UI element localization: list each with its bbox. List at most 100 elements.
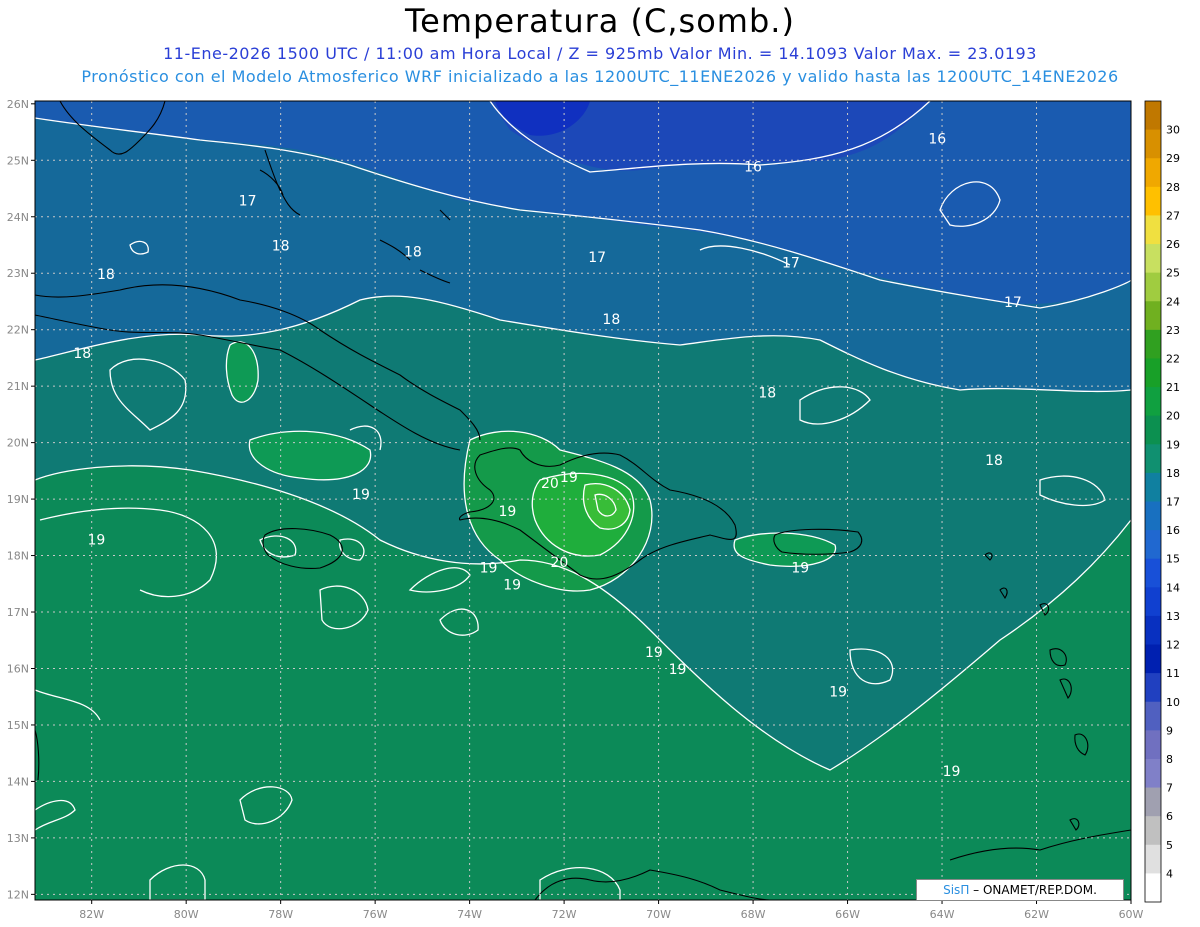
colorbar-swatch <box>1145 358 1161 388</box>
colorbar-label: 29 <box>1166 152 1180 165</box>
contour-label: 16 <box>744 160 762 176</box>
colorbar-label: 21 <box>1166 381 1180 394</box>
lon-label: 60W <box>1119 908 1144 921</box>
colorbar-label: 14 <box>1166 581 1180 594</box>
contour-label: 18 <box>97 267 115 283</box>
contour-label: 19 <box>503 577 521 593</box>
contour-label: 20 <box>550 555 568 571</box>
colorbar-swatch <box>1145 158 1161 188</box>
colorbar-label: 25 <box>1166 267 1180 280</box>
colorbar-label: 13 <box>1166 610 1180 623</box>
credit-org: – ONAMET/REP.DOM. <box>973 883 1097 897</box>
lat-label: 14N <box>7 775 29 788</box>
lat-label: 15N <box>7 719 29 732</box>
colorbar-swatch <box>1145 444 1161 474</box>
colorbar-swatch <box>1145 415 1161 445</box>
colorbar-label: 24 <box>1166 295 1180 308</box>
lat-label: 26N <box>7 98 29 111</box>
lat-label: 22N <box>7 324 29 337</box>
colorbar-label: 11 <box>1166 667 1180 680</box>
colorbar-swatch <box>1145 501 1161 531</box>
latitude-labels: 26N 25N 24N 23N 22N 21N 20N 19N 18N 17N 16N 15N 14N 1… <box>7 98 35 901</box>
contour-label: 19 <box>645 645 663 661</box>
colorbar-label: 8 <box>1166 753 1173 766</box>
colorbar-swatch <box>1145 758 1161 789</box>
contour-label: 19 <box>829 685 847 701</box>
contour-label: 18 <box>272 239 290 255</box>
colorbar-label: 19 <box>1166 438 1180 451</box>
contour-label: 19 <box>480 560 498 576</box>
colorbar-label: 7 <box>1166 782 1173 795</box>
lon-label: 70W <box>646 908 671 921</box>
colorbar-swatch <box>1145 644 1161 674</box>
colorbar-label: 18 <box>1166 467 1180 480</box>
lat-label: 20N <box>7 437 29 450</box>
lon-label: 72W <box>552 908 577 921</box>
lat-label: 17N <box>7 606 29 619</box>
colorbar-label: 4 <box>1166 867 1173 880</box>
colorbar-swatch <box>1145 472 1161 502</box>
colorbar-swatch <box>1145 587 1161 617</box>
colorbar-swatch <box>1145 272 1161 302</box>
lat-label: 18N <box>7 550 29 563</box>
lon-label: 74W <box>457 908 482 921</box>
colorbar-swatch <box>1145 329 1161 359</box>
contour-label: 18 <box>758 385 776 401</box>
colorbar-label: 27 <box>1166 209 1180 222</box>
colorbar-label: 30 <box>1166 124 1180 137</box>
contour-label: 18 <box>404 244 422 260</box>
colorbar-swatch <box>1145 244 1161 274</box>
colorbar-label: 23 <box>1166 324 1180 337</box>
colorbar-swatch <box>1145 673 1161 703</box>
lon-label: 66W <box>835 908 860 921</box>
lat-label: 23N <box>7 267 29 280</box>
colorbar-label: 15 <box>1166 553 1180 566</box>
lat-label: 21N <box>7 380 29 393</box>
contour-label: 19 <box>87 532 105 548</box>
colorbar-label: 10 <box>1166 696 1180 709</box>
colorbar: 30 29 28 27 26 25 24 23 22 21 20 19 18 17 16 15 14 13 12 11… <box>1144 100 1180 903</box>
colorbar-label: 17 <box>1166 496 1180 509</box>
colorbar-label: 22 <box>1166 352 1180 365</box>
contour-label: 19 <box>669 662 687 678</box>
colorbar-swatch <box>1145 215 1161 245</box>
colorbar-swatch <box>1145 787 1161 817</box>
temperature-map: 16 16 17 17 17 17 18 18 18 18 18 18 18 19 19 19 19 19 19 19… <box>7 98 1180 921</box>
colorbar-label: 16 <box>1166 524 1180 537</box>
colorbar-swatch <box>1145 129 1161 159</box>
colorbar-swatch <box>1145 530 1161 560</box>
contour-label: 18 <box>985 453 1003 469</box>
colorbar-label: 12 <box>1166 639 1180 652</box>
contour-label: 17 <box>1004 295 1022 311</box>
lon-label: 78W <box>268 908 293 921</box>
contour-label: 19 <box>560 470 578 486</box>
lon-label: 82W <box>79 908 104 921</box>
colorbar-swatch <box>1145 387 1161 417</box>
lon-label: 64W <box>930 908 955 921</box>
contour-label: 17 <box>239 193 257 209</box>
colorbar-swatch <box>1145 873 1161 903</box>
lon-label: 76W <box>363 908 388 921</box>
lon-label: 80W <box>174 908 199 921</box>
longitude-labels: 82W 80W 78W 76W 74W 72W 70W 68W 66W 64W 62W 60W <box>79 900 1144 921</box>
contour-label: 17 <box>588 250 606 266</box>
colorbar-swatch <box>1145 615 1161 646</box>
colorbar-label: 9 <box>1166 724 1173 737</box>
colorbar-swatch <box>1145 701 1161 731</box>
sispi-logo-text: SisΠ <box>943 883 970 897</box>
lat-label: 24N <box>7 211 29 224</box>
colorbar-swatch <box>1145 730 1161 760</box>
colorbar-label: 6 <box>1166 810 1173 823</box>
colorbar-swatch <box>1145 301 1161 331</box>
colorbar-label: 26 <box>1166 238 1180 251</box>
contour-label: 19 <box>791 560 809 576</box>
lat-label: 13N <box>7 832 29 845</box>
lat-label: 25N <box>7 154 29 167</box>
lon-label: 62W <box>1024 908 1049 921</box>
colorbar-swatch <box>1145 101 1161 131</box>
contour-label: 16 <box>928 131 946 147</box>
contour-label: 19 <box>943 764 961 780</box>
lat-label: 16N <box>7 662 29 675</box>
contour-label: 19 <box>352 487 370 503</box>
lon-label: 68W <box>741 908 766 921</box>
